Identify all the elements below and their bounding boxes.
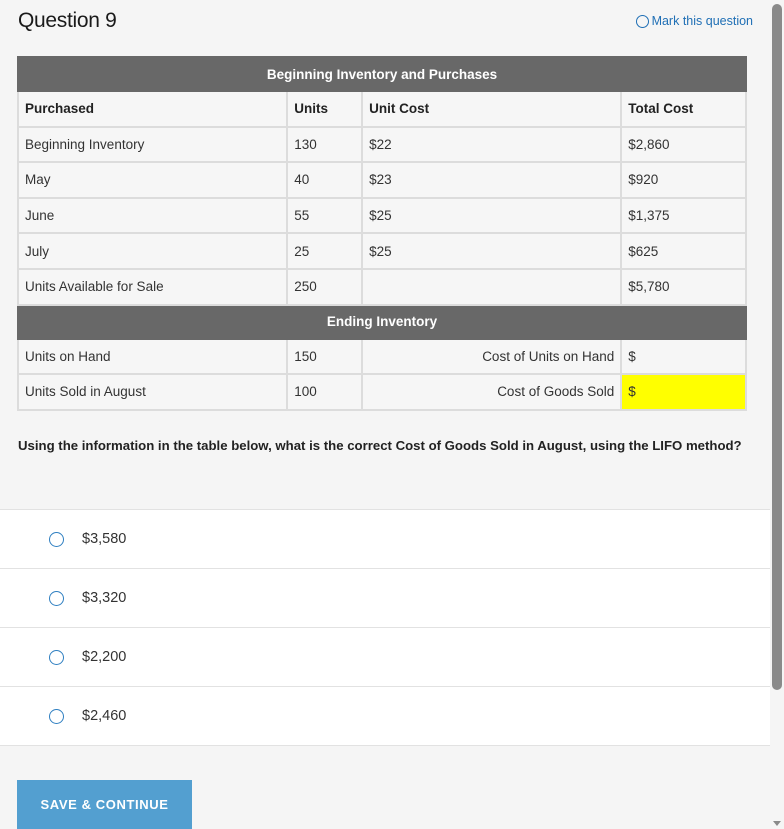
radio-button[interactable] [49,531,64,547]
table-row: Beginning Inventory 130 $22 $2,860 [16,125,747,164]
row-label: May [16,161,289,199]
row-label: July [16,232,289,270]
answer-options: $3,580 $3,320 $2,200 $2,460 [0,509,770,746]
section-header-row: Beginning Inventory and Purchases [17,56,747,92]
row-units: 25 [286,232,364,270]
column-header-unit-cost: Unit Cost [361,90,623,128]
question-prompt: Using the information in the table below… [18,438,742,453]
row-total-cost: $920 [620,161,747,199]
row-label: Units Sold in August [16,373,289,411]
row-units: 130 [286,125,364,164]
row-total-cost: $625 [620,232,747,270]
row-total-cost: $2,860 [620,125,747,164]
section-header-row: Ending Inventory [17,303,747,340]
mark-question-toggle[interactable]: Mark this question [635,14,753,28]
scrollbar[interactable] [770,0,784,829]
table-row: May 40 $23 $920 [16,161,747,199]
ending-row: Units on Hand 150 Cost of Units on Hand … [16,337,747,376]
answer-label: $2,200 [82,649,127,665]
row-label: Units on Hand [16,337,289,376]
inventory-table: Beginning Inventory and Purchases Purcha… [16,56,747,411]
save-and-continue-button[interactable]: SAVE & CONTINUE [17,780,192,829]
cost-label: Cost of Goods Sold [361,373,623,411]
section-title-beginning-inventory: Beginning Inventory and Purchases [17,56,747,92]
row-total-cost: $5,780 [620,267,747,306]
cost-of-goods-sold-value: $ [620,373,747,411]
answer-label: $3,580 [82,531,127,547]
row-total-cost: $1,375 [620,196,747,235]
answer-label: $3,320 [82,590,127,606]
table-row: July 25 $25 $625 [16,232,747,270]
scrollbar-thumb[interactable] [772,4,782,690]
cost-label: Cost of Units on Hand [361,337,623,376]
answer-option[interactable]: $2,200 [0,628,770,687]
answer-option[interactable]: $2,460 [0,687,770,746]
column-header-purchased: Purchased [16,90,289,128]
row-units: 40 [286,161,364,199]
row-units: 250 [286,267,364,306]
row-units: 150 [286,337,364,376]
circle-icon [635,14,649,28]
column-header-row: Purchased Units Unit Cost Total Cost [16,90,747,128]
radio-button[interactable] [49,708,64,724]
question-title: Question 9 [18,9,117,32]
table-row: Units Available for Sale 250 $5,780 [16,267,747,306]
row-units: 55 [286,196,364,235]
column-header-units: Units [286,90,364,128]
row-units: 100 [286,373,364,411]
row-unit-cost: $22 [361,125,623,164]
section-title-ending-inventory: Ending Inventory [17,303,747,340]
table-row: June 55 $25 $1,375 [16,196,747,235]
row-unit-cost: $25 [361,232,623,270]
column-header-total-cost: Total Cost [620,90,747,128]
answer-option[interactable]: $3,320 [0,569,770,628]
radio-button[interactable] [49,649,64,665]
answer-option[interactable]: $3,580 [0,510,770,569]
row-label: June [16,196,289,235]
row-label: Beginning Inventory [16,125,289,164]
mark-question-label: Mark this question [651,14,753,28]
question-page: Question 9 Mark this question Beginning … [0,0,770,829]
row-label: Units Available for Sale [16,267,289,306]
answer-label: $2,460 [82,708,127,724]
ending-row: Units Sold in August 100 Cost of Goods S… [16,373,747,411]
row-unit-cost: $23 [361,161,623,199]
cost-of-units-on-hand-value: $ [620,337,747,376]
radio-button[interactable] [49,590,64,606]
scroll-down-arrow-icon[interactable] [773,821,781,826]
row-unit-cost: $25 [361,196,623,235]
row-unit-cost [361,267,623,306]
